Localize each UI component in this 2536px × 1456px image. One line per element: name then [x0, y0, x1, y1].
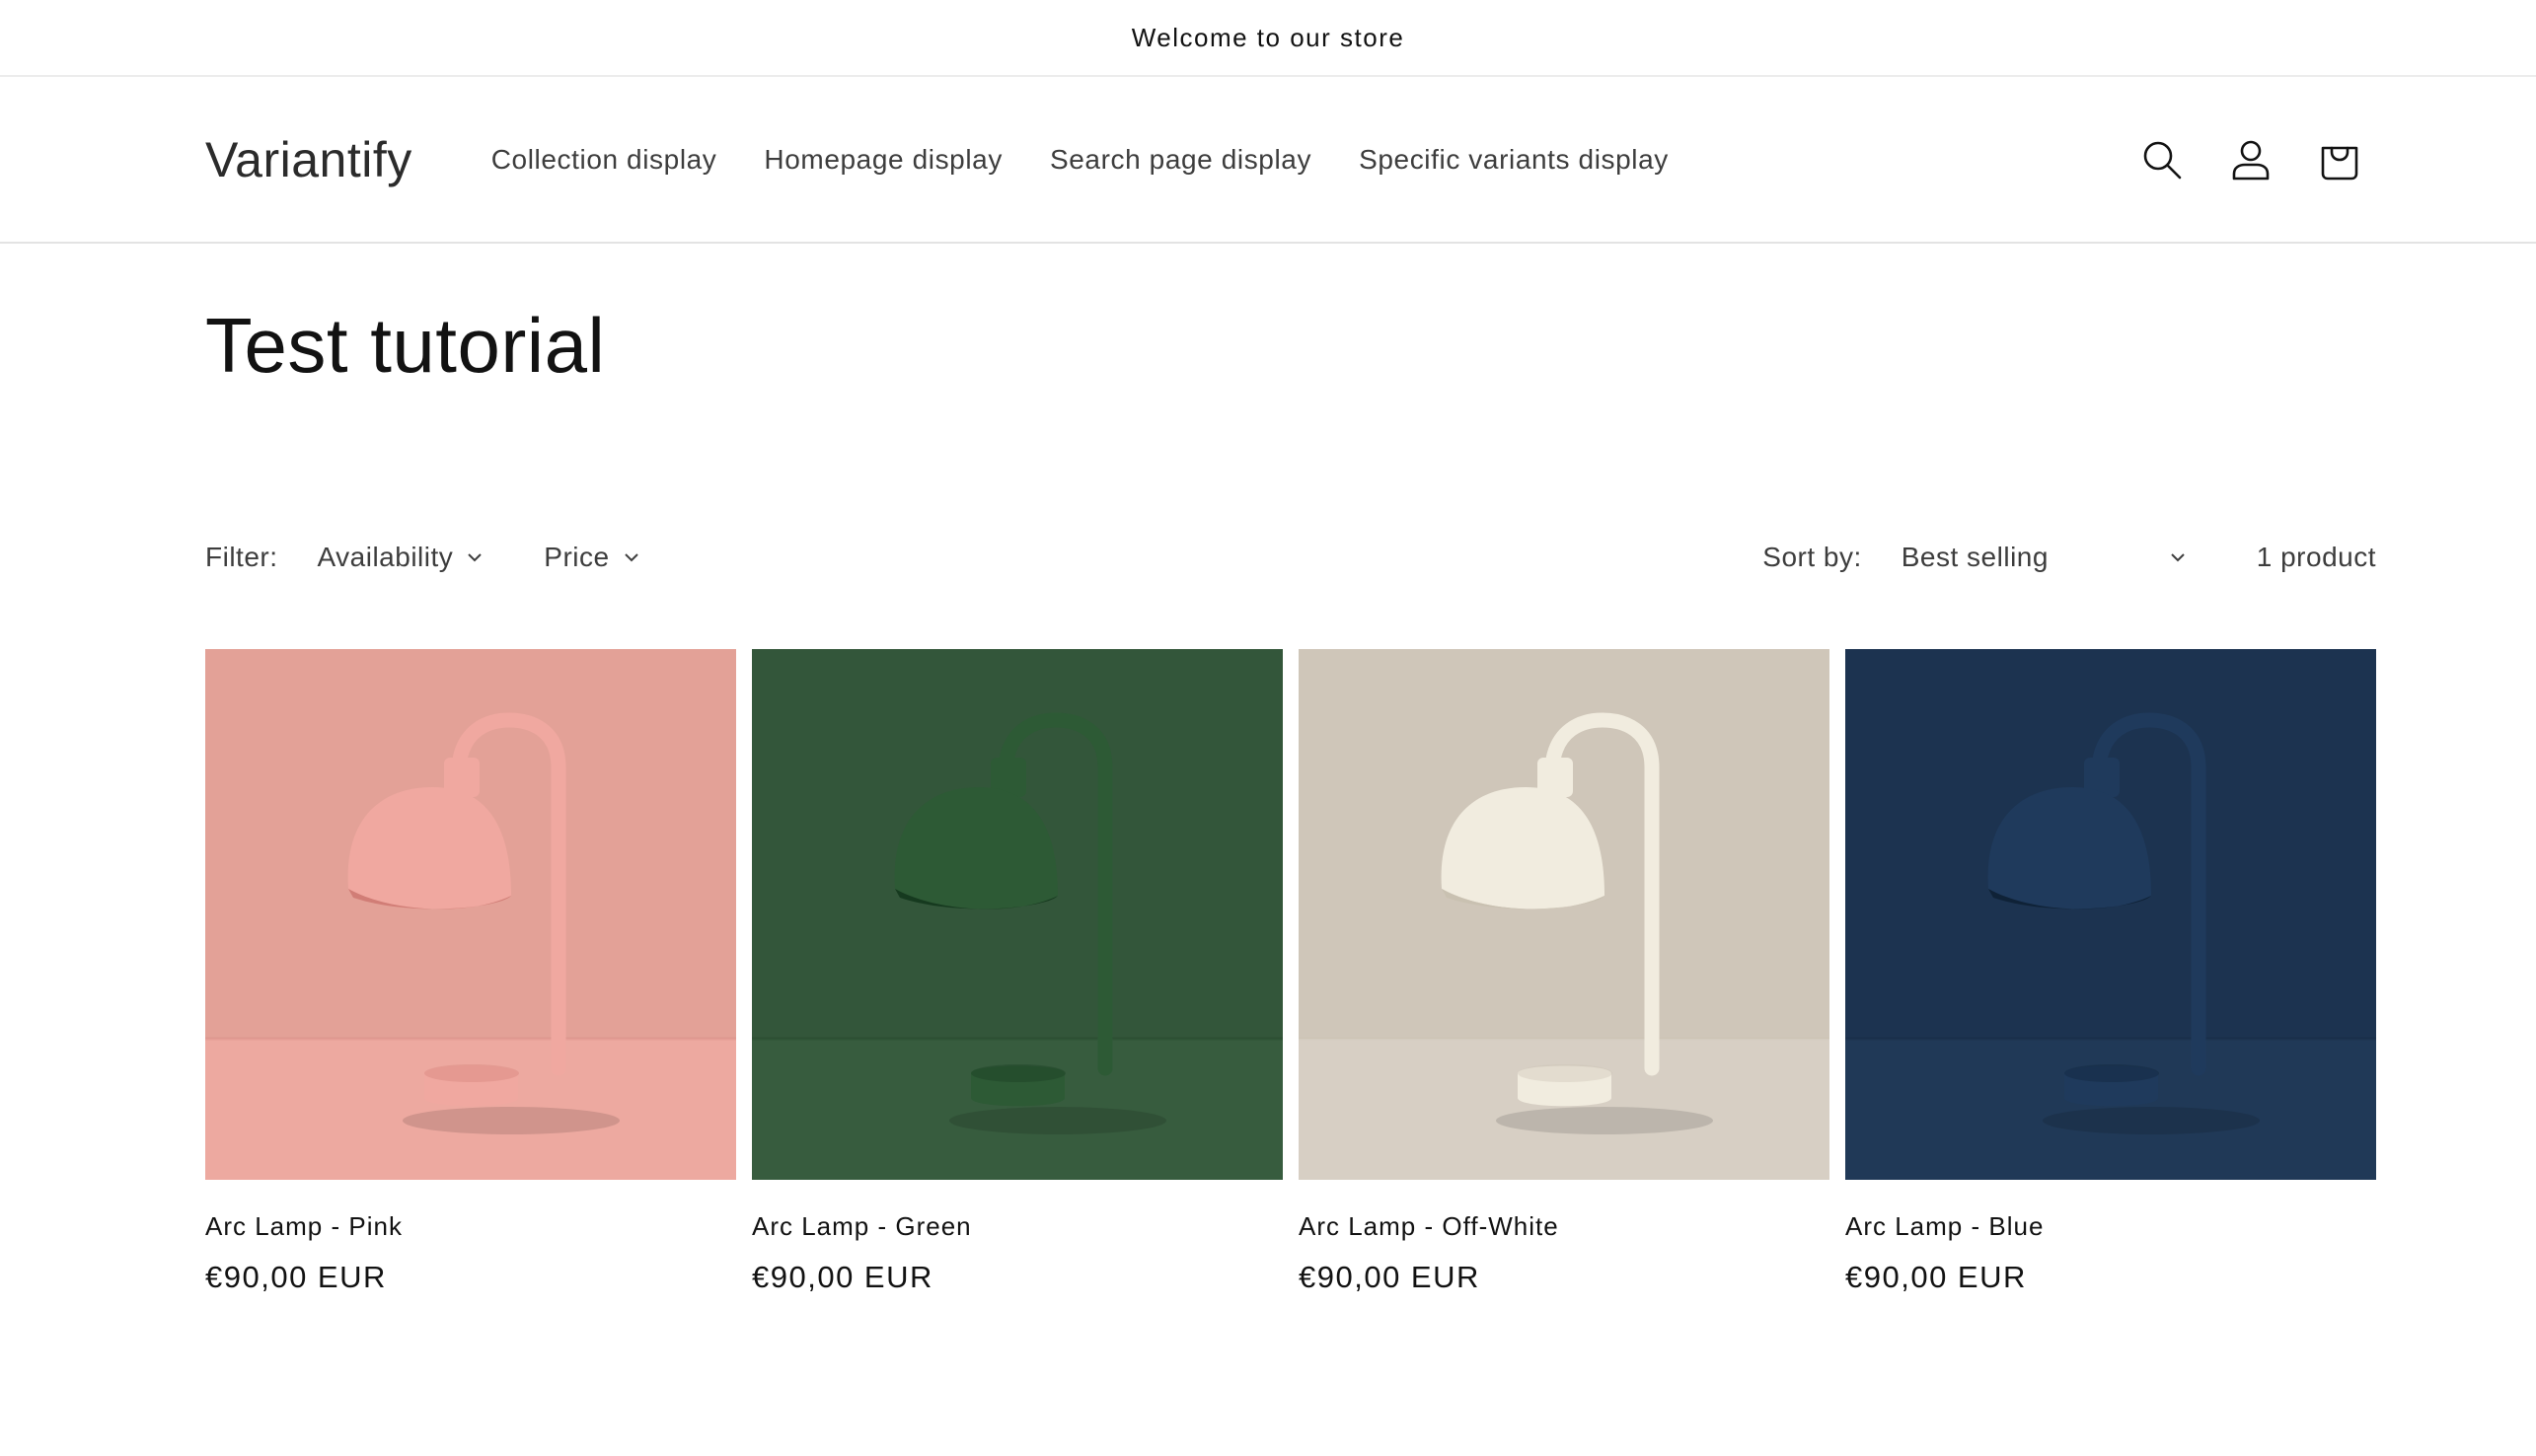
- product-title[interactable]: Arc Lamp - Pink: [205, 1211, 736, 1242]
- lamp-illustration: [205, 649, 736, 1180]
- cart-button[interactable]: [2317, 137, 2362, 182]
- lamp-illustration: [1299, 649, 1829, 1180]
- chevron-down-icon: [624, 553, 638, 562]
- account-icon: [2232, 140, 2270, 180]
- nav-item-homepage-display[interactable]: Homepage display: [764, 144, 1003, 176]
- product-image[interactable]: [752, 649, 1283, 1180]
- filter-price[interactable]: Price: [544, 542, 640, 573]
- product-price: €90,00 EUR: [205, 1260, 387, 1294]
- page-title: Test tutorial: [205, 302, 606, 389]
- sort-value: Best selling: [1901, 542, 2049, 572]
- filter-availability[interactable]: Availability: [318, 542, 485, 573]
- product-card[interactable]: Arc Lamp - Pink €90,00 EUR: [205, 649, 736, 1295]
- product-price: €90,00 EUR: [1299, 1260, 1480, 1294]
- cart-icon: [2321, 146, 2358, 180]
- filter-availability-label: Availability: [317, 542, 454, 572]
- lamp-illustration: [752, 649, 1283, 1180]
- nav-item-specific-variants-display[interactable]: Specific variants display: [1359, 144, 1669, 176]
- product-card[interactable]: Arc Lamp - Green €90,00 EUR: [752, 649, 1283, 1295]
- product-image[interactable]: [1299, 649, 1829, 1180]
- lamp-illustration: [1845, 649, 2376, 1180]
- sort-select[interactable]: Best selling: [1902, 542, 2188, 573]
- main-nav: Collection display Homepage display Sear…: [491, 144, 1669, 176]
- nav-item-collection-display[interactable]: Collection display: [491, 144, 717, 176]
- product-price: €90,00 EUR: [752, 1260, 933, 1294]
- filter-toolbar: Filter: Availability Price Sort by: Best…: [205, 533, 2376, 582]
- header-icons: [2139, 77, 2362, 242]
- announcement-text: Welcome to our store: [1131, 22, 1405, 52]
- product-price: €90,00 EUR: [1845, 1260, 2027, 1294]
- search-button[interactable]: [2139, 137, 2185, 182]
- product-card[interactable]: Arc Lamp - Off-White €90,00 EUR: [1299, 649, 1829, 1295]
- product-title[interactable]: Arc Lamp - Green: [752, 1211, 1283, 1242]
- product-image[interactable]: [205, 649, 736, 1180]
- product-card[interactable]: Arc Lamp - Blue €90,00 EUR: [1845, 649, 2376, 1295]
- product-image[interactable]: [1845, 649, 2376, 1180]
- product-count: 1 product: [2256, 542, 2376, 572]
- search-icon: [2143, 141, 2182, 179]
- product-title[interactable]: Arc Lamp - Off-White: [1299, 1211, 1829, 1242]
- nav-item-search-page-display[interactable]: Search page display: [1050, 144, 1311, 176]
- sort-label: Sort by:: [1762, 542, 1862, 572]
- chevron-down-icon: [468, 553, 482, 562]
- announcement-bar: Welcome to our store: [0, 0, 2536, 77]
- product-title[interactable]: Arc Lamp - Blue: [1845, 1211, 2376, 1242]
- chevron-down-icon: [2171, 553, 2185, 562]
- account-button[interactable]: [2228, 137, 2274, 182]
- store-logo[interactable]: Variantify: [205, 131, 412, 188]
- filter-price-label: Price: [544, 542, 610, 572]
- filter-label: Filter:: [205, 542, 278, 572]
- site-header: Variantify Collection display Homepage d…: [0, 77, 2536, 244]
- product-grid: Arc Lamp - Pink €90,00 EUR Arc Lamp - Gr…: [205, 649, 2376, 1295]
